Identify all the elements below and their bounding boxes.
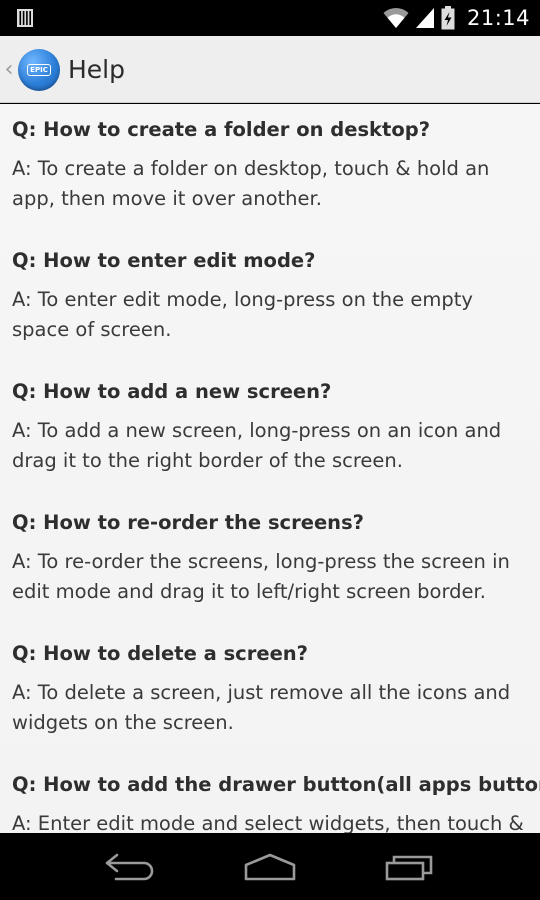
wifi-icon <box>383 7 409 28</box>
chevron-left-icon: ‹ <box>4 57 14 82</box>
back-icon <box>105 853 154 880</box>
nav-recent-apps-button[interactable] <box>375 842 445 892</box>
faq-item: Q: How to add the drawer button(all apps… <box>12 771 540 833</box>
faq-item: Q: How to delete a screen? A: To delete … <box>12 640 528 738</box>
up-button[interactable]: ‹ EPIC <box>2 36 60 103</box>
recent-apps-icon <box>385 855 433 880</box>
faq-answer: A: To add a new screen, long-press on an… <box>12 419 502 472</box>
faq-question: Q: How to delete a screen? <box>12 642 308 665</box>
faq-answer: A: Enter edit mode and select widgets, t… <box>12 812 524 833</box>
app-icon: EPIC <box>18 48 60 91</box>
nav-home-button[interactable] <box>235 842 305 892</box>
faq-item: Q: How to re-order the screens? A: To re… <box>12 509 528 607</box>
faq-question: Q: How to add a new screen? <box>12 380 332 403</box>
faq-answer: A: To re-order the screens, long-press t… <box>12 550 510 603</box>
faq-question: Q: How to enter edit mode? <box>12 249 316 272</box>
faq-answer: A: To create a folder on desktop, touch … <box>12 157 490 210</box>
notification-icon <box>17 9 33 27</box>
faq-question: Q: How to create a folder on desktop? <box>12 118 431 141</box>
faq-question: Q: How to re-order the screens? <box>12 511 364 534</box>
home-icon <box>244 853 296 880</box>
help-content[interactable]: Q: How to create a folder on desktop? A:… <box>0 104 540 833</box>
faq-question: Q: How to add the drawer button(all apps… <box>12 773 540 796</box>
faq-answer: A: To enter edit mode, long-press on the… <box>12 288 473 341</box>
status-icons: 21:14 <box>383 0 530 36</box>
battery-icon <box>441 6 455 30</box>
faq-item: Q: How to add a new screen? A: To add a … <box>12 378 528 476</box>
app-icon-label: EPIC <box>27 63 51 76</box>
signal-icon <box>415 8 434 28</box>
navigation-bar <box>0 833 540 900</box>
faq-item: Q: How to enter edit mode? A: To enter e… <box>12 247 528 345</box>
action-bar: ‹ EPIC Help <box>0 36 540 103</box>
faq-answer: A: To delete a screen, just remove all t… <box>12 681 511 734</box>
status-bar: 21:14 <box>0 0 540 36</box>
status-time: 21:14 <box>466 6 530 30</box>
nav-back-button[interactable] <box>95 842 165 892</box>
faq-item: Q: How to create a folder on desktop? A:… <box>12 116 528 214</box>
page-title: Help <box>68 55 125 84</box>
